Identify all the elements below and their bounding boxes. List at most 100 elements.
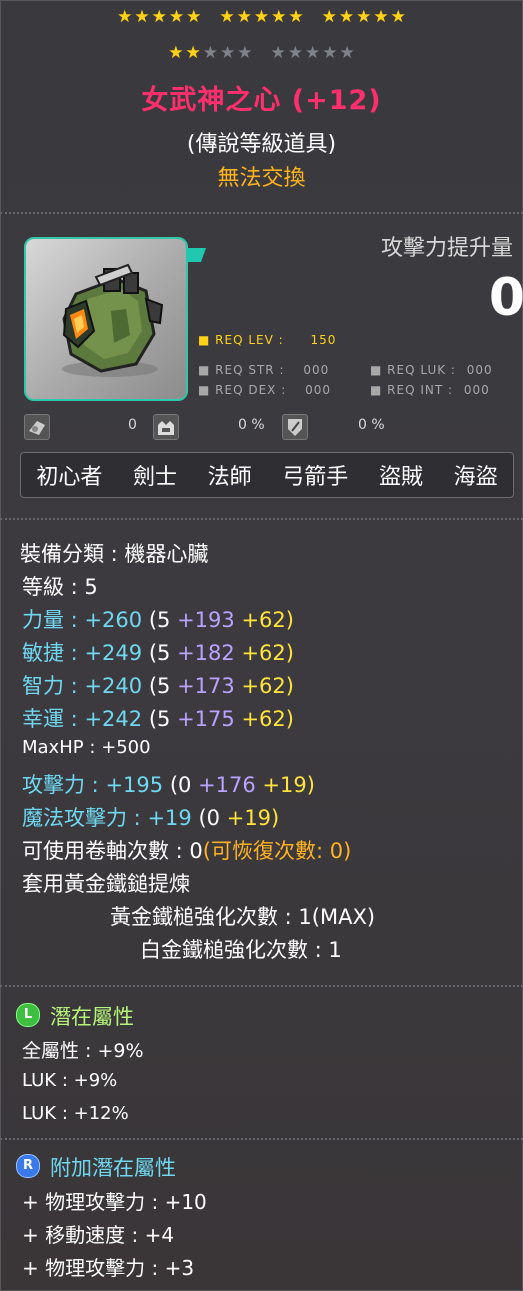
star-icon: ★ — [373, 7, 389, 27]
star-icon: ★ — [321, 7, 337, 27]
req-level: ■ REQ LEV : 150 — [198, 333, 337, 347]
icon-value-2: 0 % — [238, 417, 265, 433]
stat-total: +242 — [84, 707, 143, 731]
star-empty-icon: ★ — [220, 43, 236, 63]
req-level-value: 150 — [310, 333, 337, 347]
stat-base: (5 — [148, 707, 171, 731]
star-icon: ★ — [134, 7, 150, 27]
stat-total: +19 — [147, 806, 192, 830]
attack-increase-value: 0 — [488, 268, 523, 328]
stat-base: (5 — [148, 674, 171, 698]
stat-flame: +62) — [241, 707, 294, 731]
star-icon: ★ — [185, 43, 201, 63]
divider — [0, 985, 523, 987]
divider — [0, 212, 523, 214]
stat-base: (5 — [148, 641, 171, 665]
star-empty-icon: ★ — [237, 43, 253, 63]
job-beginner: 初心者 — [36, 465, 103, 490]
stat-total: +260 — [84, 608, 143, 632]
stat-flame: +62) — [241, 674, 294, 698]
ignore-defense-icon — [282, 414, 308, 440]
job-warrior: 劍士 — [132, 465, 177, 490]
req-str-label: REQ STR : — [215, 363, 285, 377]
job-requirements: 初心者 劍士 法師 弓箭手 盜賊 海盜 — [20, 452, 514, 498]
stat-total: +195 — [105, 773, 164, 797]
divider — [0, 518, 523, 520]
req-str-value: 000 — [303, 363, 330, 377]
golden-hammer-count: 黃金鐵槌強化次數 : 1(MAX) — [110, 905, 376, 929]
scroll-slots-label: 可使用卷軸次數 : 0 — [22, 839, 203, 863]
additional-line-3: + 物理攻擊力 : +3 — [22, 1256, 195, 1280]
stat-dex: 敏捷 : +249 (5 +182 +62) — [22, 637, 294, 667]
star-icon: ★ — [288, 7, 304, 27]
stat-flame: +62) — [241, 641, 294, 665]
star-icon: ★ — [356, 7, 372, 27]
platinum-hammer-count: 白金鐵槌強化次數 : 1 — [140, 938, 342, 962]
scroll-restore-label: (可恢復次數: 0) — [202, 839, 352, 863]
req-dex: ■ REQ DEX : 000 — [198, 383, 331, 397]
rare-grade-icon: R — [16, 1154, 40, 1178]
stat-starforce: +175 — [177, 707, 235, 731]
star-icon: ★ — [338, 7, 355, 27]
potential-line-1: 全屬性 : +9% — [22, 1040, 144, 1062]
job-thief: 盜賊 — [378, 465, 423, 490]
star-force-row-2: ★ ★ ★ ★ ★ ★ ★ ★ ★ ★ — [0, 45, 523, 62]
stat-total: +240 — [84, 674, 143, 698]
stat-starforce: +182 — [177, 641, 235, 665]
scroll-slots: 可使用卷軸次數 : 0(可恢復次數: 0) — [22, 835, 351, 865]
job-pirate: 海盜 — [453, 465, 498, 490]
stat-starforce: +176 — [198, 773, 256, 797]
equip-category: 裝備分類 : 機器心臟 — [20, 542, 209, 566]
star-icon: ★ — [390, 7, 406, 27]
potential-line-2: LUK : +9% — [22, 1070, 118, 1091]
stat-magic-attack: 魔法攻擊力 : +19 (0 +19) — [22, 802, 279, 832]
req-int-value: 000 — [463, 383, 490, 397]
stat-label: 魔法攻擊力 : — [22, 806, 141, 830]
stat-total: +249 — [84, 641, 143, 665]
star-empty-icon: ★ — [305, 43, 321, 63]
stat-attack: 攻擊力 : +195 (0 +176 +19) — [22, 769, 315, 799]
stat-label: 攻擊力 : — [22, 773, 99, 797]
star-group: ★ ★ ★ ★ ★ — [219, 9, 303, 26]
stat-base: (0 — [198, 806, 221, 830]
star-empty-icon: ★ — [339, 43, 355, 63]
stat-flame: +19) — [226, 806, 280, 830]
req-luk: ■ REQ LUK : 000 — [370, 363, 493, 377]
star-group: ★ ★ ★ ★ ★ — [168, 45, 252, 62]
additional-potential-title: 附加潛在屬性 — [50, 1156, 176, 1180]
star-icon: ★ — [186, 7, 202, 27]
stat-int: 智力 : +240 (5 +173 +62) — [22, 670, 294, 700]
star-icon: ★ — [271, 7, 287, 27]
stat-label: 力量 : — [22, 608, 78, 632]
star-empty-icon: ★ — [287, 43, 303, 63]
req-str: ■ REQ STR : 000 — [198, 363, 330, 377]
star-empty-icon: ★ — [202, 43, 218, 63]
equip-level: 等級 : 5 — [22, 575, 98, 599]
trade-restriction: 無法交換 — [217, 166, 306, 191]
req-int: ■ REQ INT : 000 — [370, 383, 490, 397]
golden-hammer-applied: 套用黃金鐵鎚提煉 — [22, 872, 190, 896]
req-luk-value: 000 — [466, 363, 493, 377]
star-icon: ★ — [236, 7, 252, 27]
req-int-label: REQ INT : — [387, 383, 454, 397]
star-icon: ★ — [168, 43, 184, 63]
item-rank: (傳說等級道具) — [186, 132, 337, 157]
stat-label: 幸運 : — [22, 707, 78, 731]
star-empty-icon: ★ — [322, 43, 338, 63]
potential-line-3: LUK : +12% — [22, 1103, 129, 1124]
icon-value-3: 0 % — [358, 417, 385, 433]
star-icon: ★ — [168, 7, 185, 27]
stat-flame: +62) — [241, 608, 294, 632]
star-icon: ★ — [151, 7, 167, 27]
item-tooltip: ★ ★ ★ ★ ★ ★ ★ ★ ★ ★ ★ ★ ★ ★ ★ ★ ★ ★ ★ ★ ★ ★ ★ ★ ★ 女武神之心 (+12… — [0, 0, 523, 1291]
legendary-grade-icon: L — [16, 1003, 40, 1027]
req-dex-value: 000 — [305, 383, 331, 397]
star-icon: ★ — [219, 7, 235, 27]
stat-label: 智力 : — [22, 674, 78, 698]
stat-starforce: +173 — [177, 674, 235, 698]
stat-str: 力量 : +260 (5 +193 +62) — [22, 604, 294, 634]
attack-increase-label: 攻擊力提升量 — [380, 236, 513, 261]
stat-flame: +19) — [262, 773, 315, 797]
stat-base: (5 — [148, 608, 171, 632]
star-group: ★ ★ ★ ★ ★ — [271, 45, 355, 62]
